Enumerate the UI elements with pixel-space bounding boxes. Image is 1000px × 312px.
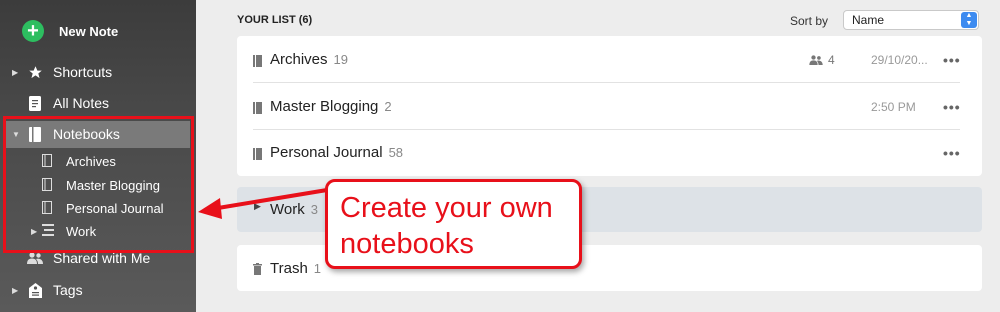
notebook-count: 58 [388, 145, 404, 160]
chevron-updown-icon[interactable]: ▲ ▼ [961, 12, 977, 28]
notebook-name: Master Blogging [270, 98, 379, 115]
notebook-icon [253, 101, 262, 114]
sidebar-item-label: All Notes [53, 95, 110, 111]
notebook-count: 2 [384, 99, 392, 114]
notebook-icon [253, 54, 262, 67]
notebook-row-master-blogging[interactable]: Master Blogging 2 2:50 PM ••• [237, 83, 982, 130]
people-icon [809, 54, 823, 65]
star-icon [26, 63, 44, 81]
notebook-icon [253, 147, 262, 160]
notebook-stack-name: Work [270, 201, 305, 218]
list-header: YOUR LIST (6) [237, 14, 313, 26]
sort-select[interactable]: Name ▲ ▼ [843, 10, 979, 30]
sidebar-item-tags[interactable]: ▶ Tags [0, 277, 196, 303]
trash-label: Trash [270, 260, 308, 277]
shared-count: 4 [828, 52, 835, 67]
trash-count: 1 [313, 261, 322, 276]
notebook-list: Archives 19 4 29/10/20... ••• Master Blog… [237, 36, 982, 176]
caret-right-icon[interactable]: ▶ [12, 286, 22, 295]
new-note-button[interactable]: + New Note [22, 18, 118, 44]
trash-icon [253, 262, 262, 280]
plus-icon: + [22, 20, 44, 42]
callout-line-1: Create your own [340, 192, 553, 224]
annotation-callout: Create your own notebooks [325, 179, 582, 269]
sidebar-item-all-notes[interactable]: All Notes [0, 90, 196, 116]
notebook-count: 19 [333, 52, 348, 67]
new-note-label: New Note [59, 23, 119, 39]
more-options-icon[interactable]: ••• [943, 145, 961, 161]
highlight-box [3, 116, 194, 253]
more-options-icon[interactable]: ••• [943, 99, 961, 115]
notebook-date: 2:50 PM [871, 99, 916, 114]
sidebar-item-shortcuts[interactable]: ▶ Shortcuts [0, 59, 196, 85]
notebook-stack-count: 3 [310, 202, 318, 217]
notebook-name: Personal Journal [270, 144, 383, 161]
caret-right-icon[interactable]: ▶ [254, 201, 261, 212]
notebook-row-personal-journal[interactable]: Personal Journal 58 ••• [237, 129, 982, 176]
more-options-icon[interactable]: ••• [943, 52, 961, 68]
tag-icon [26, 281, 44, 299]
sidebar-item-label: Shortcuts [53, 64, 113, 80]
notebook-name: Archives [270, 51, 328, 68]
notebook-date: 29/10/20... [871, 52, 928, 67]
callout-line-2: notebooks [340, 228, 474, 260]
sidebar-item-label: Tags [53, 282, 83, 298]
sort-select-value: Name [852, 13, 885, 27]
notebook-row-archives[interactable]: Archives 19 4 29/10/20... ••• [237, 36, 982, 83]
sort-label: Sort by [790, 14, 829, 28]
note-icon [26, 94, 44, 112]
shared-indicator: 4 [809, 53, 835, 67]
caret-right-icon[interactable]: ▶ [12, 68, 22, 77]
